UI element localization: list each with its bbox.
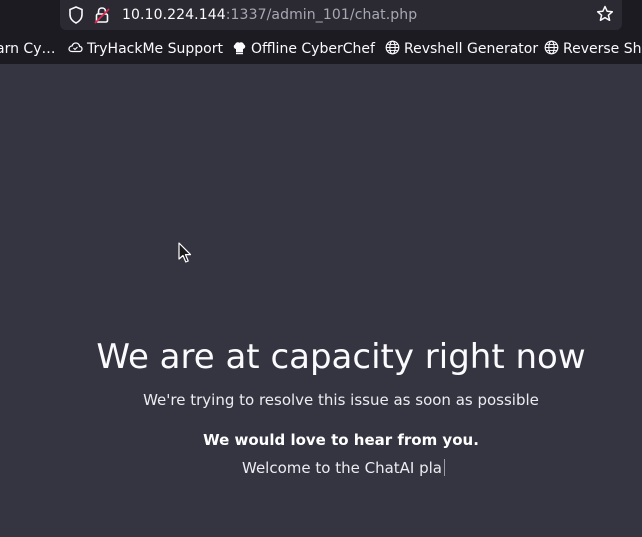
- insecure-lock-icon[interactable]: [94, 6, 110, 24]
- capacity-subline: We're trying to resolve this issue as so…: [143, 391, 539, 409]
- shield-icon[interactable]: [68, 6, 84, 24]
- page-content: We are at capacity right now We're tryin…: [0, 64, 642, 537]
- globe-icon: [544, 40, 559, 55]
- typewriter-text-value: Welcome to the ChatAI pla: [242, 459, 442, 477]
- url-text[interactable]: 10.10.224.144:1337/admin_101/chat.php: [122, 6, 417, 24]
- bookmark-label: arn Cy…: [0, 41, 56, 57]
- bookmark-label: Revshell Generator: [404, 41, 539, 57]
- bookmark-revshell-generator[interactable]: Revshell Generator: [385, 40, 538, 58]
- bookmark-label: Reverse She: [563, 41, 642, 57]
- text-caret: [443, 459, 445, 476]
- feedback-heading: We would love to hear from you.: [203, 431, 479, 449]
- url-bar[interactable]: 10.10.224.144:1337/admin_101/chat.php: [60, 0, 622, 30]
- chef-hat-icon: [232, 40, 247, 55]
- globe-icon: [385, 40, 400, 55]
- bookmark-reverse-shell[interactable]: Reverse She: [544, 40, 642, 58]
- bookmark-offline-cyberchef[interactable]: Offline CyberChef: [232, 40, 375, 58]
- bookmark-learn-cyber[interactable]: arn Cy…: [0, 40, 55, 58]
- cloud-icon: [68, 40, 83, 55]
- browser-toolbar: 10.10.224.144:1337/admin_101/chat.php ar…: [0, 0, 642, 64]
- bookmark-label: TryHackMe Support: [87, 41, 223, 57]
- url-path: :1337/admin_101/chat.php: [225, 7, 418, 23]
- url-host: 10.10.224.144: [122, 7, 226, 23]
- mouse-pointer-icon: [178, 242, 192, 264]
- capacity-headline: We are at capacity right now: [96, 337, 586, 377]
- typewriter-text: Welcome to the ChatAI pla: [242, 458, 445, 478]
- bookmark-star-icon[interactable]: [596, 5, 614, 23]
- bookmarks-toolbar: arn Cy… TryHackMe Support Offline CyberC…: [0, 36, 642, 62]
- bookmark-label: Offline CyberChef: [251, 41, 375, 57]
- bookmark-tryhackme-support[interactable]: TryHackMe Support: [68, 40, 223, 58]
